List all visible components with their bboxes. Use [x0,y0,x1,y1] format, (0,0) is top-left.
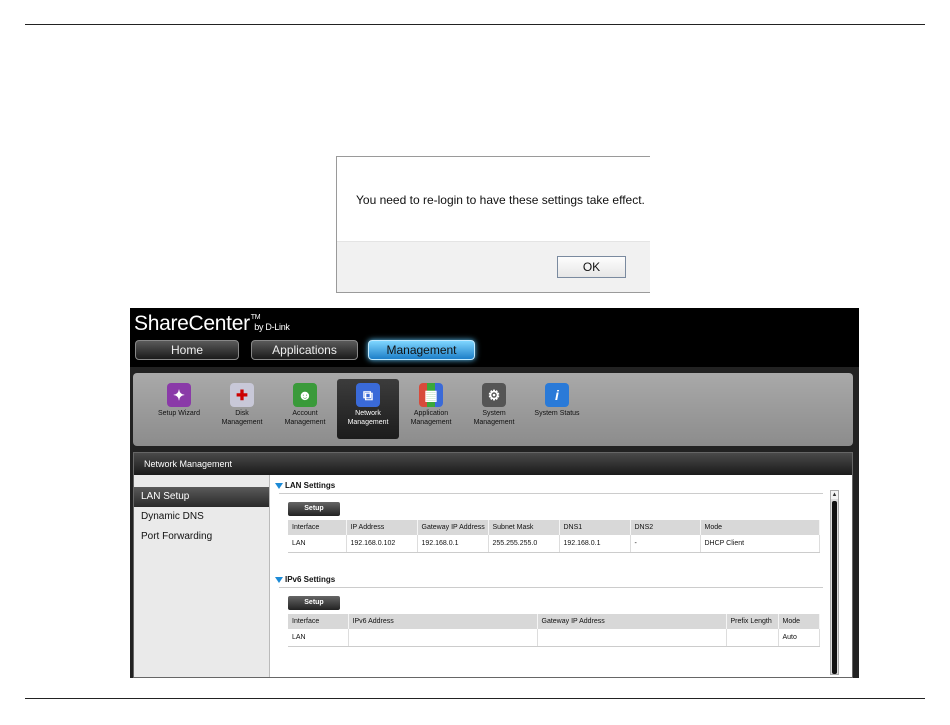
tool-label: Disk [235,410,249,417]
ipv6-setup-button[interactable]: Setup [288,596,340,610]
sidebar-item-lan-setup[interactable]: LAN Setup [134,487,269,507]
content-area: LAN Settings Setup Interface IP Address … [275,475,830,677]
application-management-button[interactable]: ▦ Application Management [400,379,462,439]
column-header: Interface [288,520,347,535]
dialog-message: You need to re-login to have these setti… [356,193,645,207]
table-cell: - [630,535,701,553]
table-cell [726,629,779,647]
column-header: Prefix Length [726,614,779,629]
system-management-button[interactable]: ⚙ System Management [463,379,525,439]
tool-label: Setup Wizard [157,410,201,417]
column-header: IPv6 Address [348,614,538,629]
system-icon: ⚙ [482,383,506,407]
sharecenter-window: ShareCenterTMby D-Link Home Applications… [130,308,859,678]
tool-label: Account [292,410,318,417]
network-management-button[interactable]: ⧉ Network Management [337,379,399,439]
logo-by: by D-Link [254,322,290,332]
table-cell: 192.168.0.1 [559,535,631,553]
table-cell: 255.255.255.0 [488,535,560,553]
logo-tm: TM [250,314,261,321]
ok-button[interactable]: OK [557,256,626,278]
top-rule [25,24,925,25]
table-cell [348,629,538,647]
column-header: Interface [288,614,349,629]
column-header: Subnet Mask [488,520,560,535]
section-title: LAN Settings [285,481,336,490]
table-cell: DHCP Client [700,535,820,553]
divider [279,493,823,494]
account-management-button[interactable]: ☻ Account Management [274,379,336,439]
wizard-icon: ✦ [167,383,191,407]
collapse-triangle-icon [275,576,283,583]
column-header: DNS1 [559,520,631,535]
tool-label: System Status [534,410,580,417]
application-icon: ▦ [419,383,443,407]
column-header: IP Address [346,520,418,535]
scroll-up-arrow-icon[interactable]: ▲ [831,491,838,499]
tool-label: Application [413,410,449,417]
column-header: Gateway IP Address [537,614,727,629]
scroll-thumb[interactable] [832,501,837,674]
tool-label-2: Management [284,419,326,426]
tool-label-2: Management [347,419,389,426]
network-management-panel: Network Management LAN Setup Dynamic DNS… [133,452,853,678]
account-icon: ☻ [293,383,317,407]
table-row[interactable]: LAN 192.168.0.102 192.168.0.1 255.255.25… [288,535,820,553]
table-cell [537,629,727,647]
table-cell: LAN [288,535,347,553]
sharecenter-logo: ShareCenterTMby D-Link [134,312,290,336]
table-cell: LAN [288,629,349,647]
network-icon: ⧉ [356,383,380,407]
table-cell: 192.168.0.102 [346,535,418,553]
table-row[interactable]: LAN Auto [288,629,820,647]
management-toolbar: ✦ Setup Wizard ✚ Disk Management ☻ Accou… [133,373,853,446]
relogin-dialog: You need to re-login to have these setti… [336,156,650,293]
disk-management-button[interactable]: ✚ Disk Management [211,379,273,439]
column-header: Mode [778,614,820,629]
sidebar: LAN Setup Dynamic DNS Port Forwarding [134,475,270,677]
tool-label: Network [355,410,381,417]
panel-title: Network Management [134,453,852,475]
tab-home[interactable]: Home [135,340,239,360]
table-header-row: Interface IP Address Gateway IP Address … [288,520,820,535]
setup-wizard-button[interactable]: ✦ Setup Wizard [148,379,210,439]
tool-label-2: Management [473,419,515,426]
bottom-rule [25,698,925,699]
table-cell: Auto [778,629,820,647]
table-cell: 192.168.0.1 [417,535,489,553]
collapse-triangle-icon [275,482,283,489]
app-header: ShareCenterTMby D-Link Home Applications… [130,308,859,367]
tool-label: System [482,410,506,417]
info-icon: i [545,383,569,407]
column-header: DNS2 [630,520,701,535]
divider [279,587,823,588]
lan-setup-button[interactable]: Setup [288,502,340,516]
system-status-button[interactable]: i System Status [526,379,588,439]
logo-name: ShareCenter [134,312,250,335]
tool-label-2: Management [410,419,452,426]
disk-icon: ✚ [230,383,254,407]
dialog-footer: OK [337,241,650,292]
lan-table: Interface IP Address Gateway IP Address … [288,520,820,553]
table-header-row: Interface IPv6 Address Gateway IP Addres… [288,614,820,629]
tab-management[interactable]: Management [368,340,475,360]
section-title: IPv6 Settings [285,575,336,584]
tool-label-2: Management [221,419,263,426]
ipv6-settings-header[interactable]: IPv6 Settings [275,575,335,584]
sidebar-item-dynamic-dns[interactable]: Dynamic DNS [134,507,269,527]
column-header: Gateway IP Address [417,520,489,535]
content-scrollbar[interactable]: ▲ [830,490,839,675]
ipv6-table: Interface IPv6 Address Gateway IP Addres… [288,614,820,647]
sidebar-item-port-forwarding[interactable]: Port Forwarding [134,527,269,547]
tab-applications[interactable]: Applications [251,340,358,360]
column-header: Mode [700,520,820,535]
lan-settings-header[interactable]: LAN Settings [275,481,335,490]
